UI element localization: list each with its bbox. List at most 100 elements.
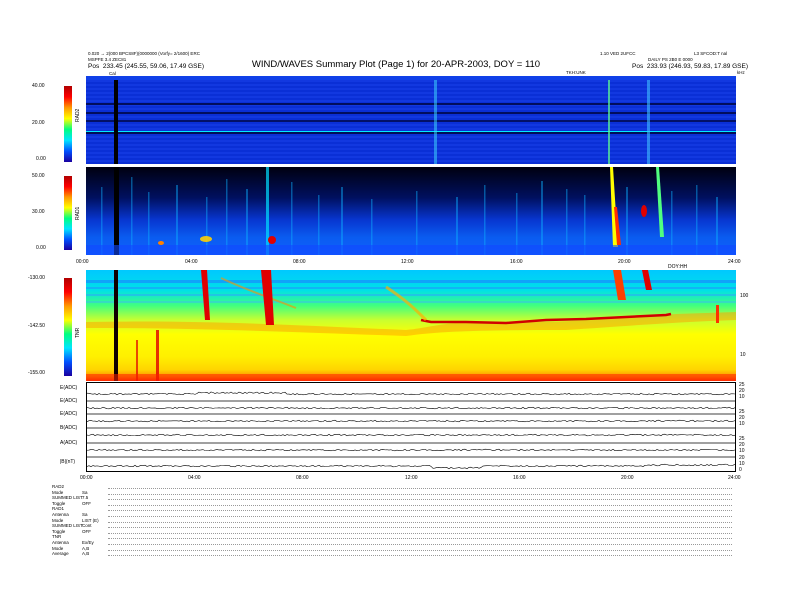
x-tick: 24:00	[728, 259, 741, 265]
rad2-cbar-tick: 40.00	[32, 83, 45, 89]
rad1-cbar-tick: 50.00	[32, 173, 45, 179]
rad1-burst	[268, 236, 276, 244]
hk-right-tick: 10	[739, 394, 745, 400]
hk-trace	[86, 463, 736, 470]
footer-dotted-line	[108, 555, 732, 557]
header-pos-right: Pos 233.93 (246.93, 59.83, 17.89 GSE)	[632, 63, 748, 70]
footer-value: Ex/Ey	[82, 540, 94, 545]
x-tick: 20:00	[621, 475, 634, 481]
footer-label: Mode	[52, 517, 64, 523]
hk-label: A(ADC)	[60, 440, 78, 446]
rad1-cal-gap	[114, 167, 119, 255]
footer-row: RAD2	[52, 484, 64, 489]
hk-right-tick: 0	[739, 467, 742, 473]
hk-trace	[86, 419, 736, 423]
rad1-ylabel: RAD1	[75, 206, 81, 220]
top-axis-label: TKH:UNK	[566, 70, 586, 75]
footer-row: SUMMED LIST Cont	[52, 523, 92, 529]
rad2-cbar-tick: 0.00	[36, 156, 46, 162]
rad1-cbar-tick: 30.00	[32, 209, 45, 215]
footer-label: Toggle	[52, 500, 66, 506]
footer-row: Toggle OFF	[52, 500, 91, 506]
footer-dotted-line	[108, 510, 732, 512]
x-tick: 04:00	[185, 259, 198, 265]
rad2-cal-gap	[114, 76, 118, 164]
rad2-overlay	[86, 76, 736, 164]
footer-label: RAD1	[52, 506, 65, 512]
footer-dotted-line	[108, 532, 732, 534]
top-axis-corner: kHz	[737, 70, 745, 75]
hk-label: E(ADC)	[60, 385, 78, 391]
footer-label: Toggle	[52, 528, 66, 534]
tnr-burst	[716, 305, 719, 323]
footer-row: SUMMED LIST 7.5	[52, 495, 88, 501]
x-tick: 24:00	[728, 475, 741, 481]
footer-dotted-line	[108, 538, 732, 540]
hk-trace	[86, 433, 736, 437]
rad1-cbar-tick: 0.00	[36, 245, 46, 251]
rad2-burst	[434, 76, 437, 164]
rad1-burst	[158, 241, 164, 245]
pos-label: Pos	[632, 63, 644, 70]
footer-label: Average	[52, 551, 69, 557]
hk-label: E(ADC)	[60, 411, 78, 417]
footer-label: Antenna	[52, 540, 69, 545]
footer-label: SUMMED LIST	[52, 523, 83, 529]
footer-value: A,B	[82, 545, 90, 551]
footer-value: OFF	[82, 528, 91, 534]
tnr-right-tick: 10	[740, 352, 746, 358]
hk-trace	[86, 448, 736, 452]
tnr-right-tick: 100	[740, 293, 749, 299]
tnr-burst	[261, 270, 274, 325]
rad1-spectrogram	[86, 167, 736, 255]
rad2-burst	[608, 76, 610, 164]
footer-dotted-line	[108, 488, 732, 489]
x-tick: 12:00	[401, 259, 414, 265]
x-tick: 08:00	[293, 259, 306, 265]
hk-right-tick: 10	[739, 448, 745, 454]
x-tick: 08:00	[296, 475, 309, 481]
footer-label: RAD2	[52, 484, 65, 489]
footer-value: 7.5	[82, 495, 89, 501]
footer-dotted-line	[108, 521, 732, 523]
footer-label: Mode	[52, 489, 64, 495]
footer-row: Antenna Sa	[52, 512, 88, 517]
rad2-ylabel: RAD2	[75, 108, 81, 122]
footer-dotted-line	[108, 549, 732, 551]
footer-row: Mode A,B	[52, 545, 89, 551]
hk-label: B(ADC)	[60, 425, 78, 431]
footer-row: Antenna Ex/Ey	[52, 540, 94, 545]
tnr-spectrogram	[86, 270, 736, 381]
rad2-top-band	[86, 76, 736, 80]
tnr-bottom-band	[86, 374, 736, 381]
x-tick: 16:00	[513, 475, 526, 481]
rad2-colorbar	[64, 86, 72, 162]
rad1-streaks	[101, 177, 718, 255]
footer-label: TNR	[52, 534, 62, 540]
rad1-burst	[200, 236, 212, 242]
tnr-ylabel: TNR	[75, 327, 81, 338]
tnr-overlay	[86, 270, 736, 381]
footer-value: Sa	[82, 489, 88, 495]
header-meta-right-1: 1.10 VED 2UFCC	[600, 51, 636, 56]
tnr-cbar-tick: -155.00	[28, 370, 45, 376]
rad1-overlay	[86, 167, 736, 255]
x-tick: 16:00	[510, 259, 523, 265]
rad2-burst	[647, 76, 650, 164]
hk-trace	[86, 391, 736, 396]
x-tick: 00:00	[80, 475, 93, 481]
hk-label: E(ADC)	[60, 398, 78, 404]
rad1-colorbar	[64, 176, 72, 250]
housekeeping-traces	[86, 391, 736, 470]
footer-value: LIST (E)	[82, 517, 99, 523]
footer-dotted-line	[108, 504, 732, 506]
tnr-colorbar	[64, 278, 72, 376]
footer-value: Cont	[82, 523, 92, 529]
footer-label: Mode	[52, 545, 64, 551]
tnr-cbar-tick: -142.50	[28, 323, 45, 329]
hk-trace	[86, 406, 736, 410]
x-tick: 04:00	[188, 475, 201, 481]
hk-label: |B|(nT)	[60, 459, 76, 465]
rad1-burst	[641, 205, 647, 217]
footer-label: SUMMED LIST	[52, 495, 83, 501]
